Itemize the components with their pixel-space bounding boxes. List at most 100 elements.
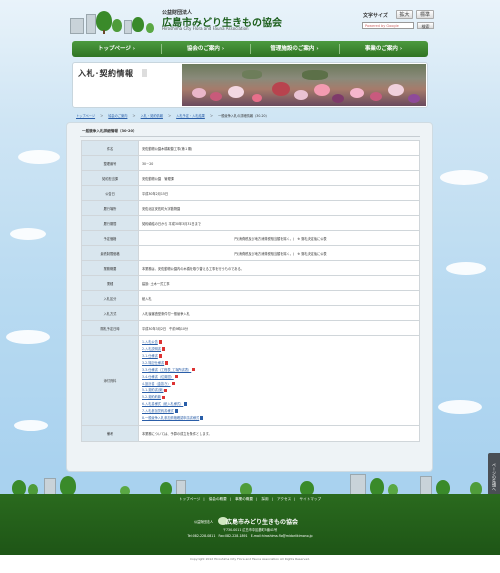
list-item: 5-2.契約約款 — [142, 394, 419, 401]
table-row: 履行場所 安佐北区安佐町大字動物園 — [81, 200, 420, 216]
breadcrumb-sep: ＞ — [132, 114, 136, 118]
row-value: 安佐動物公園木橋取替工事(第１期) — [138, 140, 420, 156]
nav-association[interactable]: 協会のご案内 › — [161, 41, 250, 57]
list-item: 1.入札公告 — [142, 339, 419, 346]
attachment-link[interactable]: 3-3.仕様書（工程表_工場所書表） — [142, 368, 191, 372]
table-row: 整理番号 30－20 — [81, 155, 420, 171]
row-label: 予定価格 — [81, 230, 139, 246]
list-item: 6.入札書様式（紙入札様式） — [142, 401, 419, 408]
nav-facilities[interactable]: 管理施設のご案内 › — [250, 41, 339, 57]
list-item: 8.一般競争入札参加資格確認申請書様式 — [142, 415, 419, 422]
footer-link-access[interactable]: アクセス — [277, 497, 291, 501]
breadcrumb-home[interactable]: トップページ — [76, 114, 95, 118]
attachment-cell: 1.入札公告 2.入札説明書 3-1.仕様書 3-2.特記仕様書 3-3.仕様書… — [138, 335, 420, 426]
table-row: 公告日 平成30年2月15日 — [81, 185, 420, 201]
pdf-icon — [161, 395, 165, 400]
footer-org-name: 広島市みどり生きもの協会 — [226, 519, 299, 526]
pdf-icon — [171, 381, 175, 386]
attachment-link[interactable]: 3-1.仕様書 — [142, 354, 158, 358]
row-label: 公告日 — [81, 185, 139, 201]
row-label: 整理番号 — [81, 155, 139, 171]
table-row-attachments: 添付資料 1.入札公告 2.入札説明書 3-1.仕様書 3-2.特記仕様書 3-… — [81, 335, 420, 426]
row-value: 平成30年3月2日 午前9時10分 — [138, 320, 420, 336]
cloud-decoration — [18, 150, 60, 164]
row-value: 平成30年2月15日 — [138, 185, 420, 201]
row-label: 履行場所 — [81, 200, 139, 216]
list-item: 7.入札参加誓約書様式 — [142, 408, 419, 415]
breadcrumb-association[interactable]: 協会のご案内 — [108, 114, 127, 118]
section-title: 一般競争入札詳細情報（30-20） — [82, 129, 137, 133]
row-label: 業務概要 — [81, 260, 139, 276]
breadcrumb-bidding-schedule[interactable]: 入札予定・入札結果 — [176, 114, 205, 118]
word-doc-icon — [184, 402, 188, 406]
cloud-decoration — [10, 228, 46, 240]
table-row: 履行期間 契約締結の日から 平成30年3月31日まで — [81, 215, 420, 231]
footer-link-projects[interactable]: 事業の概要 — [235, 497, 253, 501]
pdf-icon — [164, 388, 168, 393]
attachment-list: 1.入札公告 2.入札説明書 3-1.仕様書 3-2.特記仕様書 3-3.仕様書… — [142, 336, 419, 425]
footer-scenery — [0, 470, 500, 496]
row-label: 入札方式 — [81, 305, 139, 321]
flower-garden-photo — [182, 64, 426, 106]
attachment-link[interactable]: 4.設計書（金抜き） — [142, 382, 171, 386]
row-value: 本業務は、安佐動物公園内の木橋を取り替える工事を行うものである。 — [138, 260, 420, 276]
nav-projects[interactable]: 事業のご案内 › — [339, 41, 428, 57]
attachment-link[interactable]: 7.入札参加誓約書様式 — [142, 409, 174, 413]
attachment-link[interactable]: 5-1.契約書(案) — [142, 388, 163, 392]
breadcrumb-bidding[interactable]: 入札・契約情報 — [141, 114, 163, 118]
table-row: 契約担当課 安佐動物公園 管理課 — [81, 170, 420, 186]
row-value: 入札後審査型条件付一般競争入札 — [138, 305, 420, 321]
row-label: 件名 — [81, 140, 139, 156]
list-item: 3-4.仕様書（位置図） — [142, 374, 419, 381]
pdf-icon — [174, 374, 178, 379]
table-row: 業務概要 本業務は、安佐動物公園内の木橋を取り替える工事を行うものである。 — [81, 260, 420, 276]
attachment-link[interactable]: 1.入札公告 — [142, 340, 158, 344]
breadcrumb: トップページ ＞ 協会のご案内 ＞ 入札・契約情報 ＞ 入札予定・入札結果 ＞ … — [76, 113, 273, 119]
footer-address: 〒730-0011 広島市中区基町5番41号 — [222, 528, 278, 532]
row-label: 履行期間 — [81, 215, 139, 231]
row-label: 入札区分 — [81, 290, 139, 306]
row-label: 業種 — [81, 275, 139, 291]
row-value: 円(消費税及び地方消費税相当額を除く。) ※ 落札決定後に公表 — [138, 230, 420, 246]
pdf-icon — [158, 354, 162, 358]
footer-link-sitemap[interactable]: サイトマップ — [300, 497, 322, 501]
footer-link-about[interactable]: 協会の概要 — [209, 497, 227, 501]
word-doc-icon — [200, 416, 204, 420]
pdf-icon — [161, 347, 165, 351]
row-value: 建設: 土木一式工事 — [138, 275, 420, 291]
attachment-link[interactable]: 5-2.契約約款 — [142, 395, 161, 399]
breadcrumb-sep: ＞ — [167, 114, 172, 118]
table-row: 入札方式 入札後審査型条件付一般競争入札 — [81, 305, 420, 321]
cloud-decoration — [446, 262, 486, 275]
cloud-decoration — [6, 330, 50, 344]
attachment-link[interactable]: 6.入札書様式（紙入札様式） — [142, 402, 183, 406]
footer-link-top[interactable]: トップページ — [179, 497, 201, 501]
cloud-decoration — [440, 170, 488, 185]
footer-nav: トップページ | 協会の概要 | 事業の概要 | 採用 | アクセス | サイトマップ — [178, 497, 322, 501]
attachment-link[interactable]: 3-4.仕様書（位置図） — [142, 375, 174, 379]
row-label: 備考 — [81, 425, 139, 442]
text-size-standard-button[interactable]: 標準 — [416, 10, 434, 19]
org-name-en: Hiroshima City Flora and Fauna Associati… — [162, 26, 249, 31]
list-item: 3-3.仕様書（工程表_工場所書表） — [142, 367, 419, 374]
search-input[interactable]: Powered by Google — [362, 22, 414, 29]
cloud-decoration — [438, 400, 482, 414]
list-item: 5-1.契約書(案) — [142, 387, 419, 394]
cloud-decoration — [14, 420, 48, 431]
section-divider — [80, 136, 420, 137]
table-row: 予定価格 円(消費税及び地方消費税相当額を除く。) ※ 落札決定後に公表 — [81, 230, 420, 246]
footer-contact: Tel:082-228-0811 Fax:082-228-1891 E-mail… — [187, 534, 313, 538]
search-button[interactable]: 検索 — [417, 22, 434, 29]
footer-org-type: 公益財団法人 — [194, 520, 214, 524]
nav-top-page[interactable]: トップページ › — [72, 41, 161, 57]
attachment-link[interactable]: 3-2.特記仕様書 — [142, 361, 164, 365]
table-row: 開札予定日時 平成30年3月2日 午前9時10分 — [81, 320, 420, 336]
row-label: 開札予定日時 — [81, 320, 139, 336]
footer-link-recruit[interactable]: 採用 — [261, 497, 268, 501]
text-size-large-button[interactable]: 拡大 — [396, 10, 413, 19]
attachment-link[interactable]: 2.入札説明書 — [142, 347, 161, 351]
attachment-link[interactable]: 8.一般競争入札参加資格確認申請書様式 — [142, 416, 199, 420]
row-value: 契約締結の日から 平成30年3月31日まで — [138, 215, 420, 231]
row-value: 本業務については、予算の成立を条件とします。 — [138, 425, 420, 442]
row-value: 30－20 — [138, 155, 420, 171]
